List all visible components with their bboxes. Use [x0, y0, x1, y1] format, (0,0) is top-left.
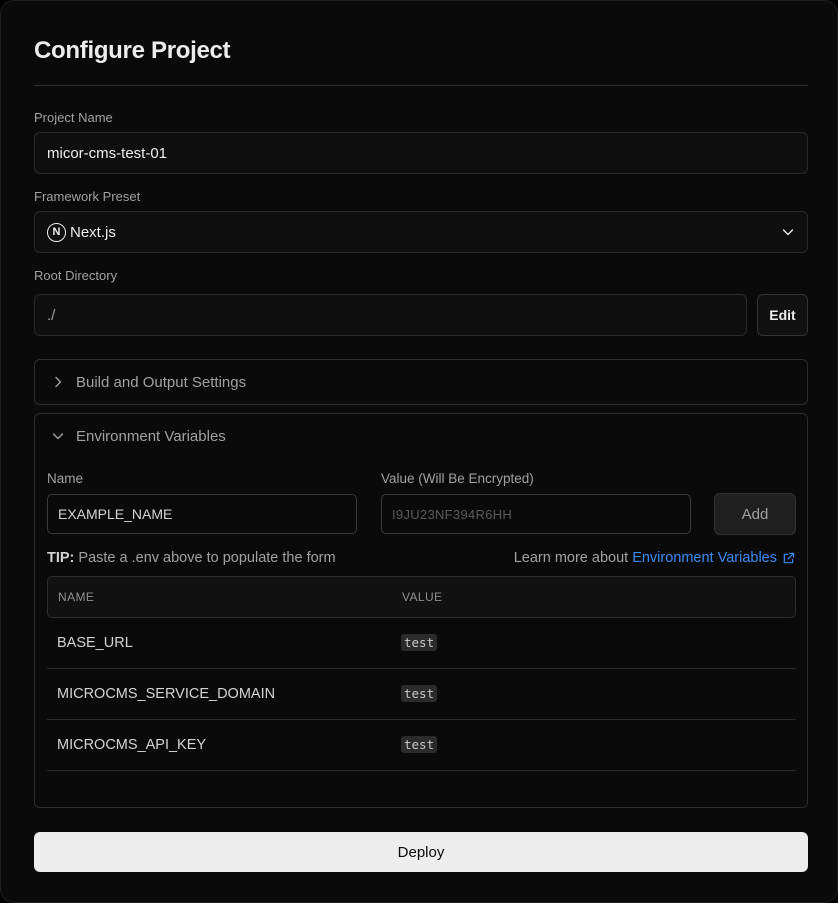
configure-project-card: Configure Project Project Name micor-cms…	[0, 0, 838, 903]
external-link-icon[interactable]	[782, 552, 795, 565]
env-name-input[interactable]: EXAMPLE_NAME	[47, 494, 357, 534]
env-row-value: test	[401, 736, 438, 753]
framework-preset-label: Framework Preset	[34, 189, 141, 204]
environment-variables-toggle[interactable]: Environment Variables	[49, 427, 226, 445]
env-value-label: Value (Will Be Encrypted)	[381, 471, 534, 486]
framework-preset-value: Next.js	[70, 223, 116, 241]
env-name-value: EXAMPLE_NAME	[58, 506, 173, 522]
deploy-button[interactable]: Deploy	[34, 832, 808, 872]
chevron-down-icon	[782, 229, 794, 236]
environment-variables-link[interactable]: Environment Variables	[632, 550, 777, 566]
table-row[interactable]: MICROCMS_API_KEY test	[47, 720, 796, 771]
learn-more: Learn more about Environment Variables	[514, 550, 795, 566]
root-directory-value: ./	[47, 306, 56, 324]
chevron-right-icon	[55, 376, 62, 388]
env-name-label: Name	[47, 471, 84, 486]
divider	[34, 85, 808, 86]
table-row[interactable]: BASE_URL test	[47, 618, 796, 669]
root-directory-input[interactable]: ./	[34, 294, 747, 336]
table-row[interactable]: MICROCMS_SERVICE_DOMAIN test	[47, 669, 796, 720]
tip-message: Paste a .env above to populate the form	[78, 550, 336, 566]
column-header-value: VALUE	[402, 590, 443, 604]
build-output-settings-label: Build and Output Settings	[76, 373, 247, 391]
env-row-name: BASE_URL	[57, 635, 133, 651]
build-output-settings-section: Build and Output Settings	[34, 359, 808, 405]
project-name-label: Project Name	[34, 110, 113, 125]
column-header-name: NAME	[58, 590, 95, 604]
project-name-input[interactable]: micor-cms-test-01	[34, 132, 808, 174]
env-variables-table: NAME VALUE BASE_URL test MICROCMS_SERVIC…	[47, 576, 796, 771]
env-value-placeholder: I9JU23NF394R6HH	[392, 506, 513, 522]
add-env-button[interactable]: Add	[714, 493, 796, 535]
project-name-value: micor-cms-test-01	[47, 144, 168, 162]
build-output-settings-toggle[interactable]: Build and Output Settings	[49, 373, 246, 391]
page-title: Configure Project	[34, 37, 231, 64]
environment-variables-label: Environment Variables	[76, 427, 226, 445]
chevron-down-icon	[52, 433, 64, 440]
tip-text: TIP: Paste a .env above to populate the …	[47, 550, 336, 566]
env-value-input[interactable]: I9JU23NF394R6HH	[381, 494, 691, 534]
environment-variables-section: Environment Variables Name EXAMPLE_NAME …	[34, 413, 808, 808]
env-row-name: MICROCMS_API_KEY	[57, 737, 207, 753]
learn-more-text: Learn more about	[513, 550, 629, 566]
root-directory-label: Root Directory	[34, 268, 118, 283]
env-row-value: test	[401, 685, 438, 702]
table-header: NAME VALUE	[47, 576, 796, 618]
edit-root-directory-button[interactable]: Edit	[757, 294, 808, 336]
env-row-value: test	[401, 634, 438, 651]
framework-preset-select[interactable]: N Next.js	[34, 211, 808, 253]
env-row-name: MICROCMS_SERVICE_DOMAIN	[57, 686, 276, 702]
nextjs-logo-icon: N	[47, 222, 66, 242]
tip-prefix: TIP:	[47, 550, 75, 566]
